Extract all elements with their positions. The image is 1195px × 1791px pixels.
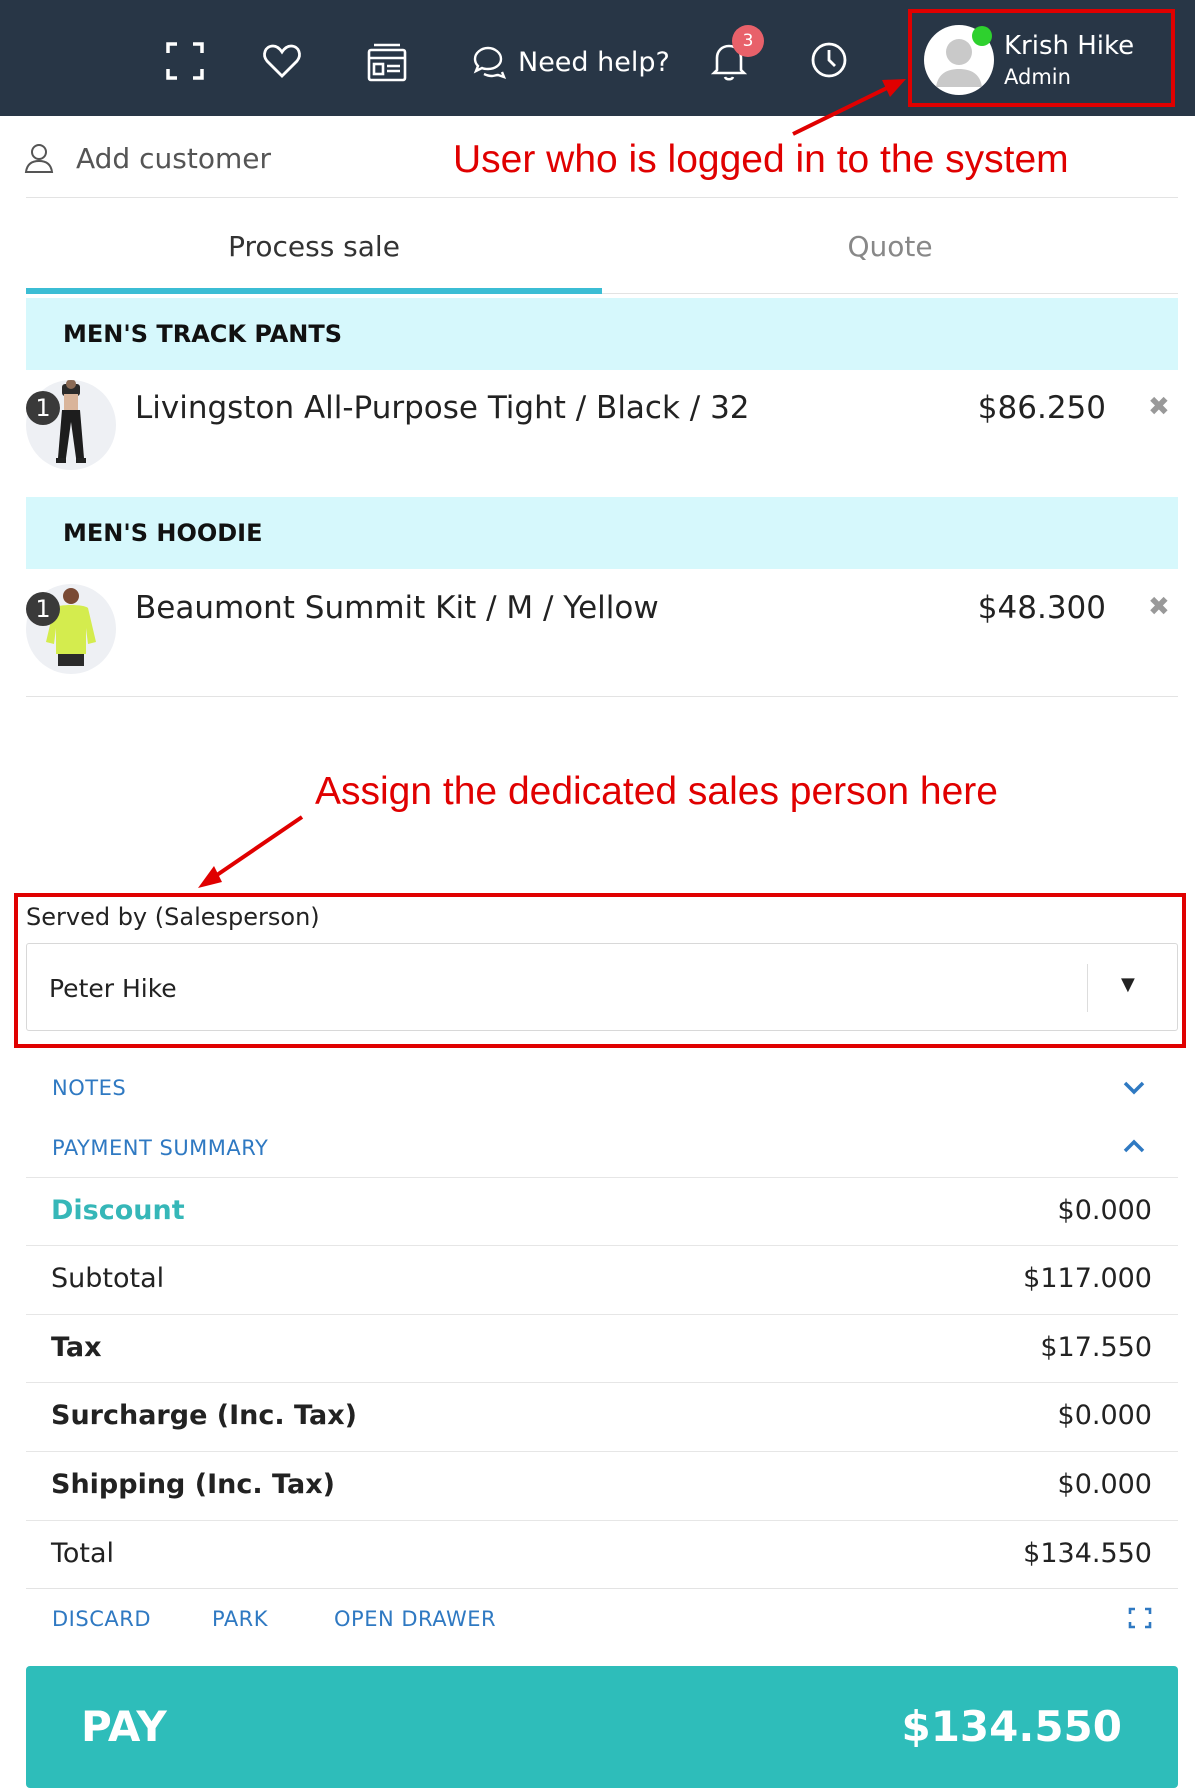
user-outline-icon bbox=[24, 144, 54, 173]
pay-label: PAY bbox=[81, 1702, 167, 1751]
surcharge-value: $0.000 bbox=[1057, 1400, 1152, 1431]
surcharge-label: Surcharge (Inc. Tax) bbox=[51, 1400, 357, 1431]
park-button[interactable]: PARK bbox=[212, 1607, 268, 1631]
chevron-up-icon[interactable] bbox=[1122, 1136, 1146, 1156]
surcharge-row[interactable]: Surcharge (Inc. Tax) $0.000 bbox=[26, 1382, 1178, 1450]
annotation-salesperson: Assign the dedicated sales person here bbox=[315, 770, 998, 813]
annotation-logged-in: User who is logged in to the system bbox=[453, 138, 1069, 181]
category-header: MEN'S HOODIE bbox=[26, 497, 1178, 569]
chevron-down-icon[interactable] bbox=[1122, 1077, 1146, 1097]
shipping-label: Shipping (Inc. Tax) bbox=[51, 1469, 335, 1500]
pay-button[interactable]: PAY $134.550 bbox=[26, 1666, 1178, 1788]
cart-item-price: $48.300 bbox=[977, 590, 1106, 626]
divider bbox=[26, 696, 1178, 697]
salesperson-label: Served by (Salesperson) bbox=[26, 903, 320, 931]
open-drawer-button[interactable]: OPEN DRAWER bbox=[334, 1607, 496, 1631]
salesperson-value: Peter Hike bbox=[49, 974, 177, 1003]
close-icon[interactable]: ✖ bbox=[1148, 592, 1170, 622]
salesperson-select[interactable]: Peter Hike ▼ bbox=[26, 943, 1178, 1031]
close-icon[interactable]: ✖ bbox=[1148, 392, 1170, 422]
shipping-row[interactable]: Shipping (Inc. Tax) $0.000 bbox=[26, 1451, 1178, 1519]
add-customer-label: Add customer bbox=[76, 141, 271, 175]
tax-value: $17.550 bbox=[1040, 1332, 1152, 1363]
total-label: Total bbox=[51, 1538, 115, 1569]
discount-value: $0.000 bbox=[1057, 1195, 1152, 1226]
subtotal-value: $117.000 bbox=[1023, 1263, 1152, 1294]
add-customer-button[interactable]: Add customer bbox=[24, 138, 271, 178]
total-row: Total $134.550 bbox=[26, 1520, 1178, 1588]
quantity-badge: 1 bbox=[26, 391, 60, 425]
tax-row: Tax $17.550 bbox=[26, 1314, 1178, 1382]
total-value: $134.550 bbox=[1023, 1538, 1152, 1569]
cart-item-name[interactable]: Beaumont Summit Kit / M / Yellow bbox=[135, 590, 659, 626]
discount-label[interactable]: Discount bbox=[51, 1195, 185, 1226]
cart-item-name[interactable]: Livingston All-Purpose Tight / Black / 3… bbox=[135, 390, 750, 426]
category-header: MEN'S TRACK PANTS bbox=[26, 298, 1178, 370]
discount-row[interactable]: Discount $0.000 bbox=[26, 1177, 1178, 1245]
tab-quote[interactable]: Quote bbox=[602, 224, 1178, 294]
tab-process-sale[interactable]: Process sale bbox=[26, 224, 602, 294]
pay-amount: $134.550 bbox=[901, 1702, 1122, 1751]
payment-summary-toggle[interactable]: PAYMENT SUMMARY bbox=[52, 1136, 268, 1160]
select-divider bbox=[1087, 964, 1088, 1012]
subtotal-label: Subtotal bbox=[51, 1263, 165, 1294]
divider bbox=[26, 1588, 1178, 1589]
notes-toggle[interactable]: NOTES bbox=[52, 1076, 126, 1100]
cart-item-price: $86.250 bbox=[977, 390, 1106, 426]
fullscreen-icon[interactable] bbox=[1128, 1607, 1152, 1633]
divider bbox=[26, 197, 1178, 198]
subtotal-row: Subtotal $117.000 bbox=[26, 1245, 1178, 1313]
tax-label: Tax bbox=[51, 1332, 102, 1363]
quantity-badge: 1 bbox=[26, 592, 60, 626]
shipping-value: $0.000 bbox=[1057, 1469, 1152, 1500]
discard-button[interactable]: DISCARD bbox=[52, 1607, 151, 1631]
dropdown-caret-icon[interactable]: ▼ bbox=[1121, 974, 1135, 995]
